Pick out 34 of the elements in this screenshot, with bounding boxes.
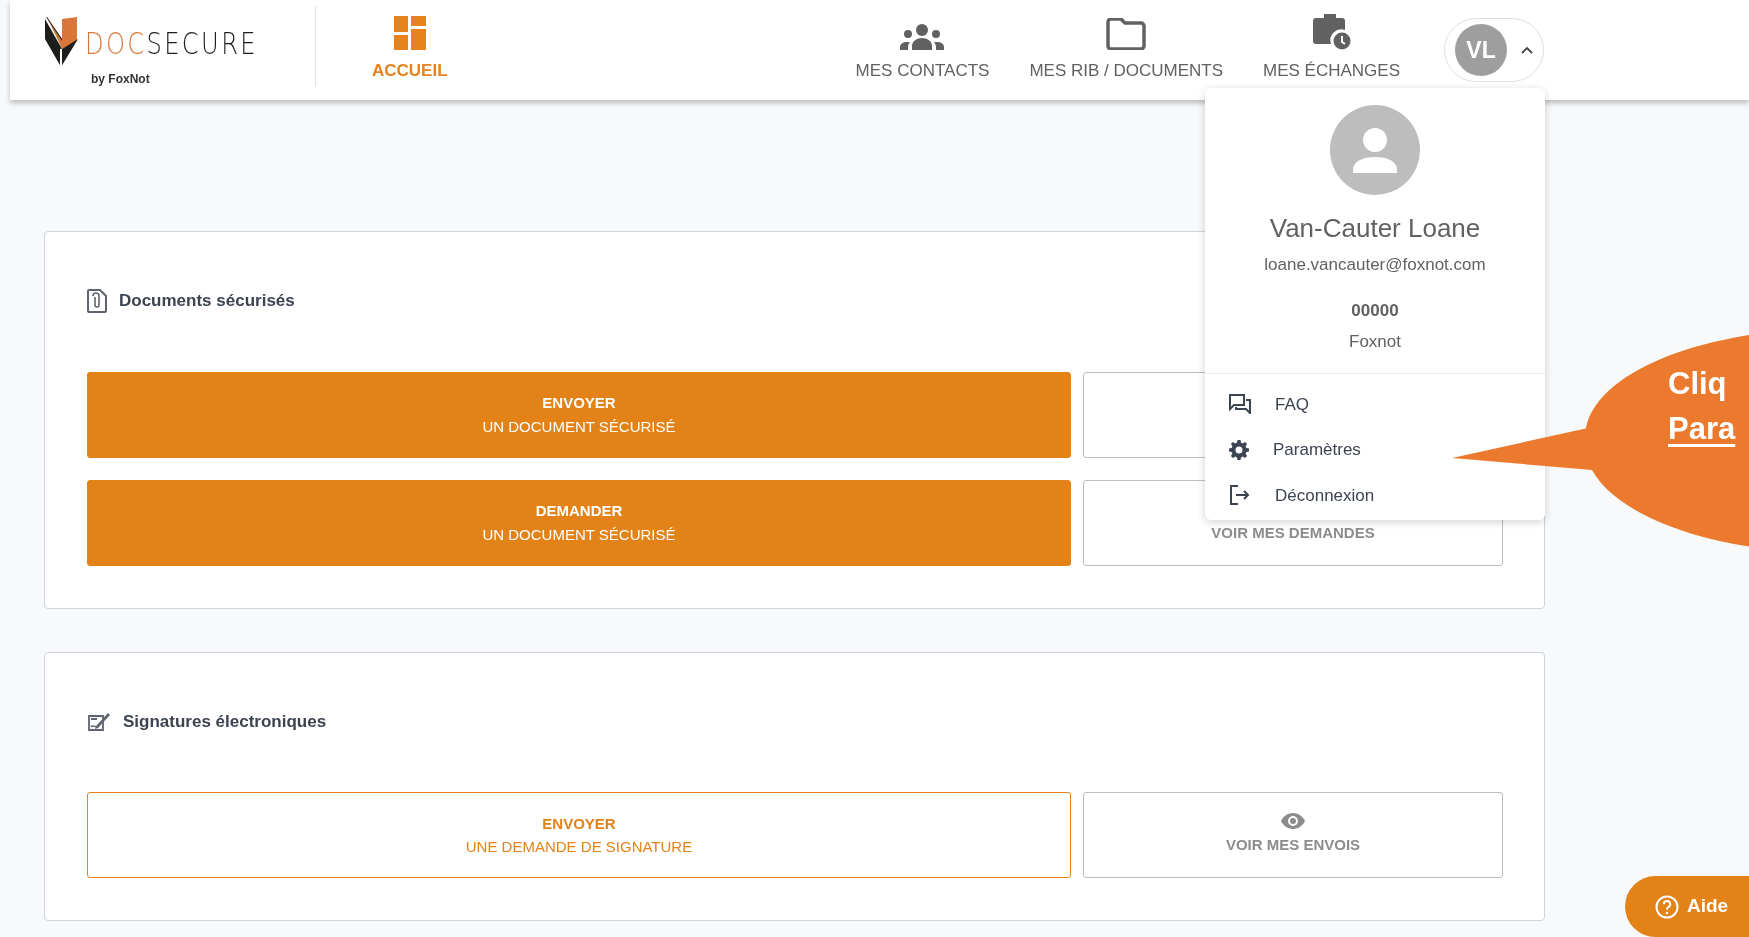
callout-text: Cliq [1668,365,1728,403]
signature-pen-icon [87,710,111,733]
user-organization: Foxnot [1348,331,1402,353]
nav-tab[interactable]: MES RIB / DOCUMENTS [1009,0,1243,100]
action-button[interactable]: DEMANDER UN DOCUMENT SÉCURISÉ [87,479,1071,566]
user-code: 00000 [1350,299,1400,322]
settings-icon [1229,439,1249,460]
help-icon [1655,894,1679,919]
nav-tab[interactable]: MES ÉCHANGES [1243,0,1420,100]
document-clip-icon [87,288,107,313]
eye-icon [1281,813,1305,830]
action-button[interactable]: ENVOYER UNE DEMANDE DE SIGNATURE [87,792,1071,878]
user-avatar-icon [1330,105,1420,195]
section-title: Signatures électroniques [123,710,327,733]
avatar-initials: VL [1455,24,1507,76]
user-menu-toggle[interactable]: VL [1444,18,1544,82]
callout-text: Para [1668,409,1736,448]
help-button[interactable]: Aide [1625,876,1749,937]
folder-icon [1106,17,1147,50]
action-button[interactable]: VOIR MES ENVOIS [1083,792,1503,878]
chevron-up-icon [1521,46,1533,54]
logo-tagline: by FoxNot [91,73,151,85]
nav-tab[interactable]: MES CONTACTS [835,0,1010,100]
user-email: loane.vancauter@foxnot.com [1263,254,1487,276]
logo-wordmark: DOCSECURE [85,27,258,59]
dashboard-icon [393,15,426,50]
menu-item[interactable]: FAQ [1205,381,1545,427]
logout-icon [1229,485,1251,506]
chat-icon [1229,394,1251,415]
user-name: Van-Cauter Loane [1268,212,1482,245]
people-icon [900,23,945,50]
nav-tab[interactable]: ACCUEIL [352,0,468,100]
section-title: Documents sécurisés [119,290,295,312]
action-button[interactable]: ENVOYER UN DOCUMENT SÉCURISÉ [87,371,1071,458]
